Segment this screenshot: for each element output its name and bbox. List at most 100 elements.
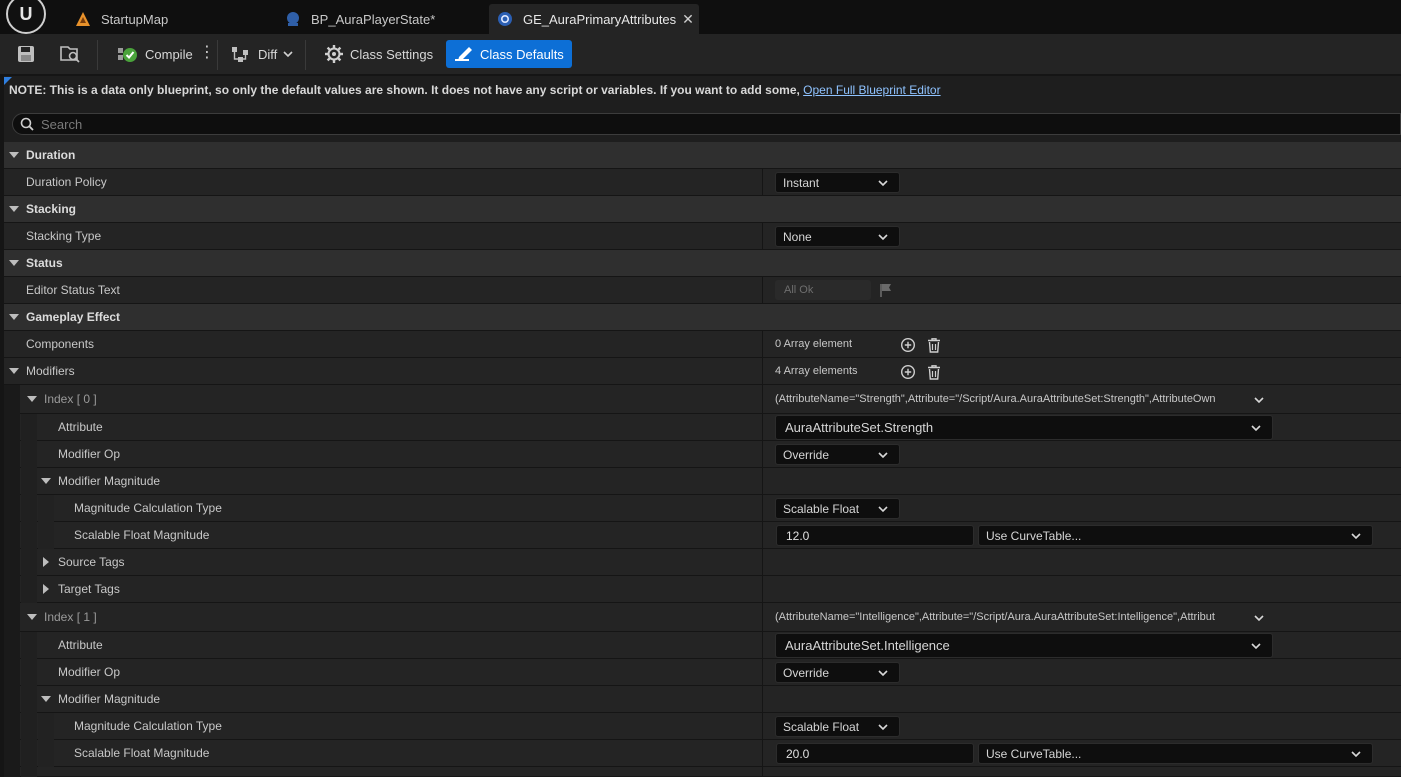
chevron-down-icon — [1251, 643, 1261, 650]
column-splitter[interactable] — [762, 767, 763, 777]
duration-policy-dropdown[interactable]: Instant — [775, 172, 900, 193]
category-label: Status — [26, 256, 63, 270]
compile-button[interactable]: Compile — [117, 40, 193, 68]
toolbar-separator — [97, 40, 98, 70]
add-element-icon[interactable] — [900, 337, 916, 353]
dropdown-value: Instant — [783, 175, 820, 190]
column-splitter[interactable] — [762, 713, 763, 740]
more-options-icon[interactable]: ⋮ — [199, 45, 215, 61]
category-label: Gameplay Effect — [26, 310, 121, 324]
property-label: Modifier Op — [58, 665, 121, 679]
collapse-arrow-icon[interactable] — [9, 152, 19, 158]
collapse-arrow-icon[interactable] — [9, 368, 19, 374]
collapse-arrow-icon[interactable] — [27, 396, 37, 402]
stacking-type-dropdown[interactable]: None — [775, 226, 900, 247]
scalable-float-input[interactable]: 12.0 — [776, 525, 974, 546]
property-scalable-float-magnitude: Scalable Float Magnitude 20.0 Use CurveT… — [4, 740, 1401, 767]
dropdown-value: Use CurveTable... — [986, 528, 1082, 543]
property-label: Stacking Type — [26, 229, 102, 243]
column-splitter[interactable] — [762, 686, 763, 713]
collapse-arrow-icon[interactable] — [41, 478, 51, 484]
property-modifier-op: Modifier Op Override — [4, 441, 1401, 468]
column-splitter[interactable] — [762, 223, 763, 250]
unreal-logo-icon[interactable]: U — [6, 0, 46, 34]
modifier-op-dropdown[interactable]: Override — [775, 444, 900, 465]
column-splitter[interactable] — [762, 468, 763, 495]
curve-table-picker[interactable]: Use CurveTable... — [978, 743, 1373, 764]
dropdown-value: Scalable Float — [783, 501, 860, 516]
chevron-down-icon[interactable] — [1253, 395, 1265, 405]
category-gameplay-effect[interactable]: Gameplay Effect — [4, 304, 1401, 331]
open-full-blueprint-editor-link[interactable]: Open Full Blueprint Editor — [803, 83, 940, 97]
property-label: Editor Status Text — [26, 283, 120, 297]
column-splitter[interactable] — [762, 659, 763, 686]
class-defaults-button[interactable]: Class Defaults — [446, 40, 572, 68]
column-splitter[interactable] — [762, 441, 763, 468]
column-splitter[interactable] — [762, 740, 763, 767]
expand-arrow-icon[interactable] — [43, 584, 49, 594]
indent-guide — [4, 385, 20, 414]
indent-guide — [21, 632, 37, 659]
modifier-op-dropdown[interactable]: Override — [775, 662, 900, 683]
diff-button[interactable]: Diff — [230, 40, 300, 68]
search-input[interactable]: Search — [41, 117, 82, 132]
collapse-arrow-icon[interactable] — [9, 260, 19, 266]
collapse-arrow-icon[interactable] — [9, 206, 19, 212]
scalable-float-input[interactable]: 20.0 — [776, 743, 974, 764]
column-splitter[interactable] — [762, 414, 763, 441]
property-label: Components — [26, 337, 95, 351]
attribute-value: AuraAttributeSet.Strength — [785, 420, 934, 435]
column-splitter[interactable] — [762, 358, 763, 385]
column-splitter[interactable] — [762, 495, 763, 522]
calculation-type-dropdown[interactable]: Scalable Float — [775, 498, 900, 519]
browse-icon[interactable] — [59, 44, 81, 64]
column-splitter[interactable] — [762, 632, 763, 659]
column-splitter[interactable] — [762, 277, 763, 304]
curve-table-picker[interactable]: Use CurveTable... — [978, 525, 1373, 546]
expand-arrow-icon[interactable] — [43, 557, 49, 567]
indent-guide — [4, 603, 20, 632]
attribute-picker[interactable]: AuraAttributeSet.Strength — [775, 415, 1273, 440]
add-element-icon[interactable] — [900, 364, 916, 380]
indent-guide — [4, 441, 20, 468]
close-icon[interactable]: ✕ — [682, 11, 694, 28]
indent-guide — [38, 713, 54, 740]
column-splitter[interactable] — [762, 603, 763, 632]
column-splitter[interactable] — [762, 169, 763, 196]
property-magnitude-calculation-type: Magnitude Calculation Type Scalable Floa… — [4, 713, 1401, 740]
attribute-picker[interactable]: AuraAttributeSet.Intelligence — [775, 633, 1273, 658]
collapse-arrow-icon[interactable] — [9, 314, 19, 320]
column-splitter[interactable] — [762, 522, 763, 549]
delete-all-icon[interactable] — [926, 364, 942, 380]
indent-guide — [21, 522, 37, 549]
search-icon — [20, 117, 34, 131]
modifier-index-1: Index [ 1 ] (AttributeName="Intelligence… — [4, 603, 1401, 632]
tab-ge-auraprimaryattributes[interactable]: GE_AuraPrimaryAttributes ✕ — [489, 4, 699, 34]
column-splitter[interactable] — [762, 549, 763, 576]
chevron-down-icon[interactable] — [1253, 613, 1265, 623]
localization-flag-icon[interactable] — [878, 282, 894, 298]
collapse-arrow-icon[interactable] — [41, 696, 51, 702]
column-splitter[interactable] — [762, 331, 763, 358]
category-duration[interactable]: Duration — [4, 142, 1401, 169]
category-status[interactable]: Status — [4, 250, 1401, 277]
data-only-note: NOTE: This is a data only blueprint, so … — [9, 83, 941, 97]
column-splitter[interactable] — [762, 385, 763, 414]
column-splitter[interactable] — [762, 576, 763, 603]
property-label: Scalable Float Magnitude — [74, 746, 210, 760]
indent-guide — [4, 576, 20, 603]
calculation-type-dropdown[interactable]: Scalable Float — [775, 716, 900, 737]
numeric-value: 20.0 — [786, 746, 810, 761]
search-bar[interactable]: Search — [12, 113, 1401, 135]
gear-icon — [325, 45, 343, 63]
tab-label: StartupMap — [101, 11, 169, 27]
save-icon[interactable] — [16, 44, 36, 64]
indent-guide — [4, 495, 20, 522]
delete-all-icon[interactable] — [926, 337, 942, 353]
category-stacking[interactable]: Stacking — [4, 196, 1401, 223]
collapse-arrow-icon[interactable] — [27, 614, 37, 620]
property-label: Magnitude Calculation Type — [74, 501, 222, 515]
tab-startupmap[interactable]: StartupMap — [75, 4, 275, 34]
class-settings-button[interactable]: Class Settings — [324, 40, 433, 68]
tab-bp-auraplayerstate[interactable]: BP_AuraPlayerState* — [285, 4, 485, 34]
